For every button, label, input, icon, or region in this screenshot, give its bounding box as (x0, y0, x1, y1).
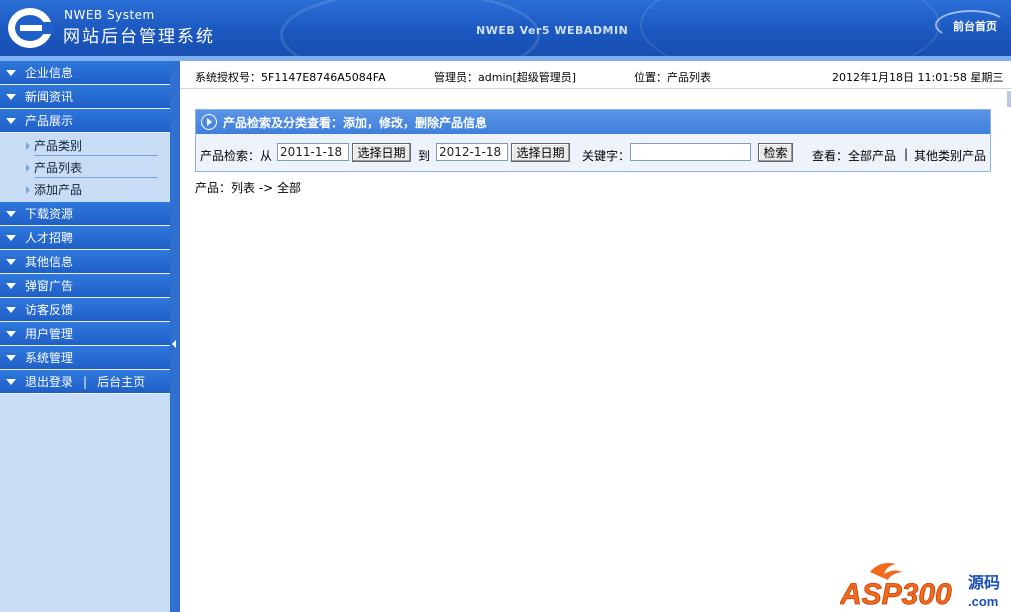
frontend-home-link[interactable]: 前台首页 (953, 18, 997, 34)
watermark-domain: .com (968, 594, 998, 609)
date-from-input[interactable] (277, 143, 349, 161)
sidebar-item-feedback[interactable]: 访客反馈 (0, 298, 170, 322)
backend-home-link[interactable]: 后台主页 (97, 373, 145, 390)
to-label: 到 (418, 149, 431, 163)
expand-arrow-icon (6, 69, 16, 76)
sidebar-item-products[interactable]: 产品展示 (0, 109, 170, 133)
license-number: 系统授权号：5F1147E8746A5084FA (195, 71, 386, 84)
separator: | (83, 374, 88, 389)
expand-arrow-icon (6, 330, 16, 337)
watermark-text: ASP300 (840, 578, 952, 610)
bullet-icon (26, 164, 30, 172)
search-panel-title: 产品检索及分类查看：添加，修改，删除产品信息 (223, 115, 488, 130)
search-label: 产品检索：从 (200, 149, 273, 163)
status-bar: 系统授权号：5F1147E8746A5084FA 管理员：admin[超级管理员… (180, 61, 1011, 89)
products-submenu: 产品类别 产品列表 添加产品 (0, 133, 170, 202)
keyword-label: 关键字： (582, 149, 631, 163)
search-panel-header: 产品检索及分类查看：添加，修改，删除产品信息 (196, 110, 990, 134)
search-row: 产品检索：从 选择日期 到 选择日期 关键字： 检索 查看：全部产品 | 其他类… (196, 134, 990, 171)
header-decoration (640, 0, 940, 56)
sidebar-item-users[interactable]: 用户管理 (0, 322, 170, 346)
submenu-item-product-category[interactable]: 产品类别 (0, 135, 170, 157)
brand-subtitle: NWEB System (64, 8, 155, 22)
pick-date-to-button[interactable]: 选择日期 (511, 143, 570, 162)
search-button[interactable]: 检索 (758, 143, 793, 162)
current-datetime: 2012年1月18日 11:01:58 星期三 (832, 71, 1004, 84)
view-separator: | (904, 147, 909, 161)
sidebar-item-other-info[interactable]: 其他信息 (0, 250, 170, 274)
sidebar-item-popup-ads[interactable]: 弹窗广告 (0, 274, 170, 298)
submenu-item-add-product[interactable]: 添加产品 (0, 179, 170, 201)
top-header: NWEB System 网站后台管理系统 NWEB Ver5 WEBADMIN … (0, 0, 1011, 56)
sidebar-splitter[interactable] (170, 61, 180, 612)
sidebar-logout-row: 退出登录 | 后台主页 (0, 370, 170, 394)
bullet-icon (26, 142, 30, 150)
expand-arrow-icon (6, 378, 16, 385)
expand-arrow-icon (6, 117, 16, 124)
expand-arrow-icon (6, 93, 16, 100)
sidebar: 企业信息 新闻资讯 产品展示 产品类别 产品列表 添加产品 下载资源 人才招聘 … (0, 61, 170, 612)
expand-arrow-icon (6, 234, 16, 241)
expand-arrow-icon (6, 282, 16, 289)
location-info: 位置：产品列表 (634, 71, 711, 84)
nweb-logo-icon (8, 8, 54, 48)
header-center-title: NWEB Ver5 WEBADMIN (476, 24, 629, 37)
asp300-watermark-logo: ASP300 源码 .com (840, 563, 1000, 610)
sidebar-item-system[interactable]: 系统管理 (0, 346, 170, 370)
logout-link[interactable]: 退出登录 (25, 373, 73, 390)
sidebar-item-news[interactable]: 新闻资讯 (0, 85, 170, 109)
play-circle-icon (201, 114, 217, 130)
main-content: 系统授权号：5F1147E8746A5084FA 管理员：admin[超级管理员… (180, 61, 1011, 612)
breadcrumb: 产品：列表 -> 全部 (195, 181, 302, 195)
keyword-input[interactable] (630, 143, 751, 161)
collapse-arrow-icon[interactable] (172, 340, 176, 348)
search-panel: 产品检索及分类查看：添加，修改，删除产品信息 产品检索：从 选择日期 到 选择日… (195, 109, 991, 172)
admin-info: 管理员：admin[超级管理员] (434, 71, 577, 84)
brand-title: 网站后台管理系统 (63, 27, 215, 47)
view-other-link[interactable]: 其他类别产品 (914, 147, 986, 164)
expand-arrow-icon (6, 258, 16, 265)
expand-arrow-icon (6, 306, 16, 313)
sidebar-item-downloads[interactable]: 下载资源 (0, 202, 170, 226)
submenu-item-product-list[interactable]: 产品列表 (0, 157, 170, 179)
sidebar-item-company[interactable]: 企业信息 (0, 61, 170, 85)
bullet-icon (26, 186, 30, 194)
expand-arrow-icon (6, 354, 16, 361)
watermark-suffix: 源码 (968, 573, 1000, 592)
sidebar-item-recruitment[interactable]: 人才招聘 (0, 226, 170, 250)
expand-arrow-icon (6, 210, 16, 217)
view-all-link[interactable]: 查看：全部产品 (812, 147, 896, 164)
pick-date-from-button[interactable]: 选择日期 (352, 143, 411, 162)
scrollbar-stub[interactable] (1007, 91, 1011, 107)
date-to-input[interactable] (436, 143, 508, 161)
